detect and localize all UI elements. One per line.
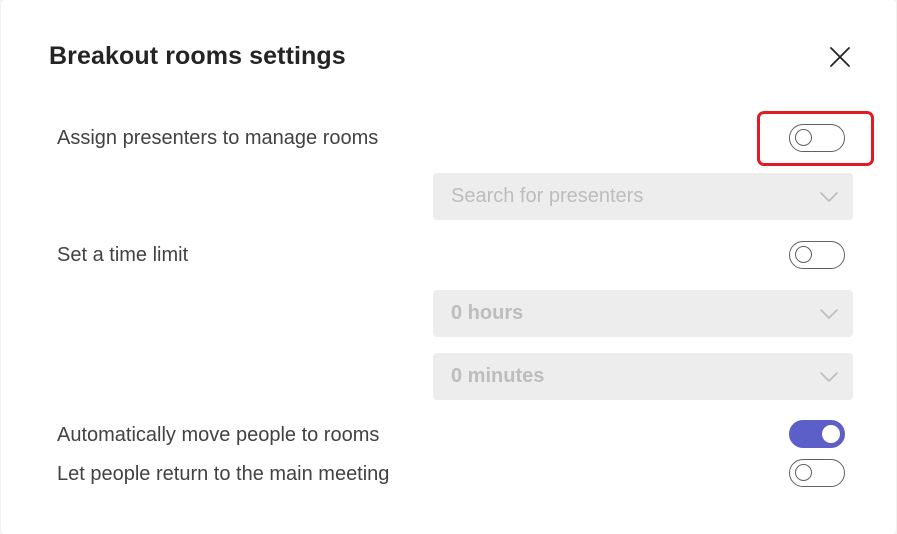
close-button[interactable] [825,42,855,72]
minutes-value: 0 minutes [451,365,545,387]
chevron-down-icon [820,309,838,319]
return-main-toggle[interactable] [789,459,845,487]
presenters-search-placeholder: Search for presenters [451,185,644,207]
auto-move-toggle[interactable] [789,420,845,448]
assign-presenters-label: Assign presenters to manage rooms [57,127,379,149]
toggle-knob [822,424,840,443]
toggle-knob [795,464,812,481]
time-limit-label: Set a time limit [57,244,189,266]
toggle-knob [795,246,812,263]
presenters-search-dropdown[interactable]: Search for presenters [433,173,853,220]
auto-move-label: Automatically move people to rooms [57,424,380,446]
assign-presenters-toggle[interactable] [789,124,845,152]
time-limit-toggle[interactable] [789,241,845,269]
chevron-down-icon [820,192,838,202]
breakout-settings-dialog: Breakout rooms settings Assign presenter… [1,0,896,534]
toggle-knob [795,129,812,146]
hours-value: 0 hours [451,302,524,324]
close-icon [830,47,850,67]
chevron-down-icon [820,372,838,382]
hours-dropdown[interactable]: 0 hours [433,290,853,337]
minutes-dropdown[interactable]: 0 minutes [433,353,853,400]
return-main-label: Let people return to the main meeting [57,463,390,485]
dialog-title: Breakout rooms settings [49,42,346,70]
